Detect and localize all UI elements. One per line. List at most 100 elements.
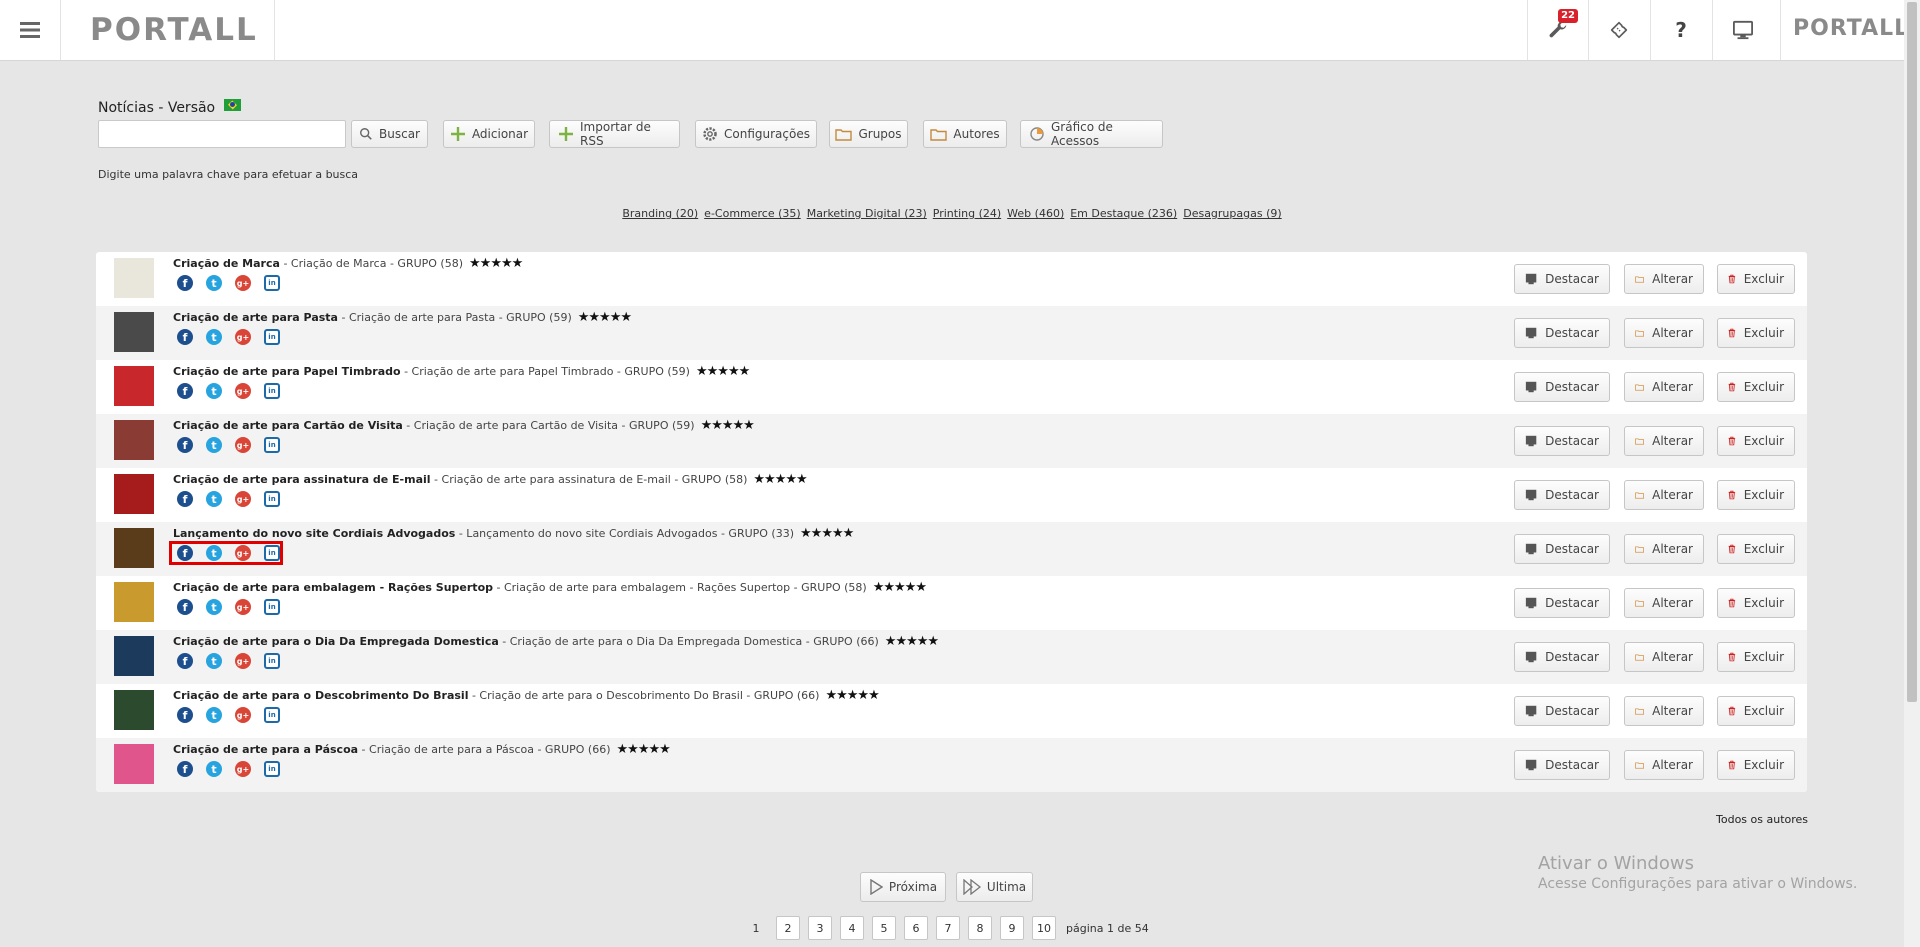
delete-button[interactable]: Excluir (1717, 318, 1795, 348)
delete-button[interactable]: Excluir (1717, 426, 1795, 456)
edit-button[interactable]: Alterar (1624, 426, 1704, 456)
highlight-button[interactable]: Destacar (1514, 642, 1610, 672)
linkedin-icon[interactable]: in (264, 383, 280, 399)
highlight-button[interactable]: Destacar (1514, 480, 1610, 510)
page-link[interactable]: 8 (968, 916, 992, 940)
news-thumbnail[interactable] (114, 474, 154, 514)
access-chart-button[interactable]: Gráfico de Acessos (1020, 120, 1163, 148)
google-plus-icon[interactable]: g+ (235, 707, 251, 723)
linkedin-icon[interactable]: in (264, 653, 280, 669)
delete-button[interactable]: Excluir (1717, 642, 1795, 672)
facebook-icon[interactable]: f (177, 707, 193, 723)
tools-button[interactable]: 22 (1527, 0, 1588, 60)
linkedin-icon[interactable]: in (264, 437, 280, 453)
delete-button[interactable]: Excluir (1717, 696, 1795, 726)
category-link[interactable]: Em Destaque (236) (1070, 207, 1177, 220)
edit-button[interactable]: Alterar (1624, 318, 1704, 348)
google-plus-icon[interactable]: g+ (235, 761, 251, 777)
news-title[interactable]: Criação de arte para Pasta (173, 311, 338, 324)
help-button[interactable]: ? (1650, 0, 1711, 60)
edit-button[interactable]: Alterar (1624, 534, 1704, 564)
edit-button[interactable]: Alterar (1624, 588, 1704, 618)
news-thumbnail[interactable] (114, 636, 154, 676)
page-link[interactable]: 9 (1000, 916, 1024, 940)
highlight-button[interactable]: Destacar (1514, 750, 1610, 780)
highlight-button[interactable]: Destacar (1514, 426, 1610, 456)
linkedin-icon[interactable]: in (264, 491, 280, 507)
google-plus-icon[interactable]: g+ (235, 437, 251, 453)
facebook-icon[interactable]: f (177, 329, 193, 345)
linkedin-icon[interactable]: in (264, 707, 280, 723)
category-link[interactable]: Marketing Digital (23) (807, 207, 927, 220)
page-link[interactable]: 6 (904, 916, 928, 940)
twitter-icon[interactable]: t (206, 707, 222, 723)
edit-button[interactable]: Alterar (1624, 480, 1704, 510)
edit-button[interactable]: Alterar (1624, 264, 1704, 294)
facebook-icon[interactable]: f (177, 437, 193, 453)
news-thumbnail[interactable] (114, 582, 154, 622)
google-plus-icon[interactable]: g+ (235, 275, 251, 291)
search-input[interactable] (98, 120, 346, 148)
twitter-icon[interactable]: t (206, 653, 222, 669)
delete-button[interactable]: Excluir (1717, 264, 1795, 294)
google-plus-icon[interactable]: g+ (235, 545, 251, 561)
google-plus-icon[interactable]: g+ (235, 653, 251, 669)
google-plus-icon[interactable]: g+ (235, 329, 251, 345)
page-link[interactable]: 3 (808, 916, 832, 940)
linkedin-icon[interactable]: in (264, 599, 280, 615)
import-rss-button[interactable]: Importar de RSS (549, 120, 680, 148)
next-page-button[interactable]: Próxima (860, 872, 946, 902)
edit-button[interactable]: Alterar (1624, 642, 1704, 672)
news-title[interactable]: Criação de arte para embalagem - Rações … (173, 581, 493, 594)
delete-button[interactable]: Excluir (1717, 750, 1795, 780)
delete-button[interactable]: Excluir (1717, 534, 1795, 564)
twitter-icon[interactable]: t (206, 437, 222, 453)
linkedin-icon[interactable]: in (264, 545, 280, 561)
groups-button[interactable]: Grupos (829, 120, 908, 148)
twitter-icon[interactable]: t (206, 545, 222, 561)
category-link[interactable]: Web (460) (1007, 207, 1064, 220)
news-title[interactable]: Criação de arte para Cartão de Visita (173, 419, 403, 432)
monitor-button[interactable] (1712, 0, 1773, 60)
page-link[interactable]: 10 (1032, 916, 1056, 940)
tickets-button[interactable] (1588, 0, 1649, 60)
linkedin-icon[interactable]: in (264, 329, 280, 345)
google-plus-icon[interactable]: g+ (235, 491, 251, 507)
highlight-button[interactable]: Destacar (1514, 696, 1610, 726)
category-link[interactable]: Printing (24) (933, 207, 1001, 220)
authors-button[interactable]: Autores (923, 120, 1007, 148)
last-page-button[interactable]: Ultima (956, 872, 1033, 902)
page-link[interactable]: 7 (936, 916, 960, 940)
news-thumbnail[interactable] (114, 528, 154, 568)
twitter-icon[interactable]: t (206, 599, 222, 615)
highlight-button[interactable]: Destacar (1514, 534, 1610, 564)
facebook-icon[interactable]: f (177, 275, 193, 291)
twitter-icon[interactable]: t (206, 383, 222, 399)
add-button[interactable]: Adicionar (443, 120, 535, 148)
facebook-icon[interactable]: f (177, 545, 193, 561)
facebook-icon[interactable]: f (177, 383, 193, 399)
linkedin-icon[interactable]: in (264, 275, 280, 291)
highlight-button[interactable]: Destacar (1514, 264, 1610, 294)
news-title[interactable]: Criação de arte para o Dia Da Empregada … (173, 635, 499, 648)
edit-button[interactable]: Alterar (1624, 750, 1704, 780)
page-link[interactable]: 2 (776, 916, 800, 940)
news-title[interactable]: Criação de arte para a Páscoa (173, 743, 358, 756)
facebook-icon[interactable]: f (177, 653, 193, 669)
scrollbar-thumb[interactable] (1907, 2, 1917, 702)
news-title[interactable]: Criação de arte para o Descobrimento Do … (173, 689, 468, 702)
facebook-icon[interactable]: f (177, 761, 193, 777)
settings-button[interactable]: Configurações (695, 120, 817, 148)
twitter-icon[interactable]: t (206, 329, 222, 345)
edit-button[interactable]: Alterar (1624, 372, 1704, 402)
news-title[interactable]: Criação de arte para Papel Timbrado (173, 365, 401, 378)
news-thumbnail[interactable] (114, 744, 154, 784)
twitter-icon[interactable]: t (206, 275, 222, 291)
facebook-icon[interactable]: f (177, 491, 193, 507)
news-thumbnail[interactable] (114, 312, 154, 352)
news-title[interactable]: Lançamento do novo site Cordiais Advogad… (173, 527, 455, 540)
twitter-icon[interactable]: t (206, 491, 222, 507)
news-thumbnail[interactable] (114, 690, 154, 730)
highlight-button[interactable]: Destacar (1514, 588, 1610, 618)
hamburger-menu-button[interactable] (0, 0, 61, 60)
